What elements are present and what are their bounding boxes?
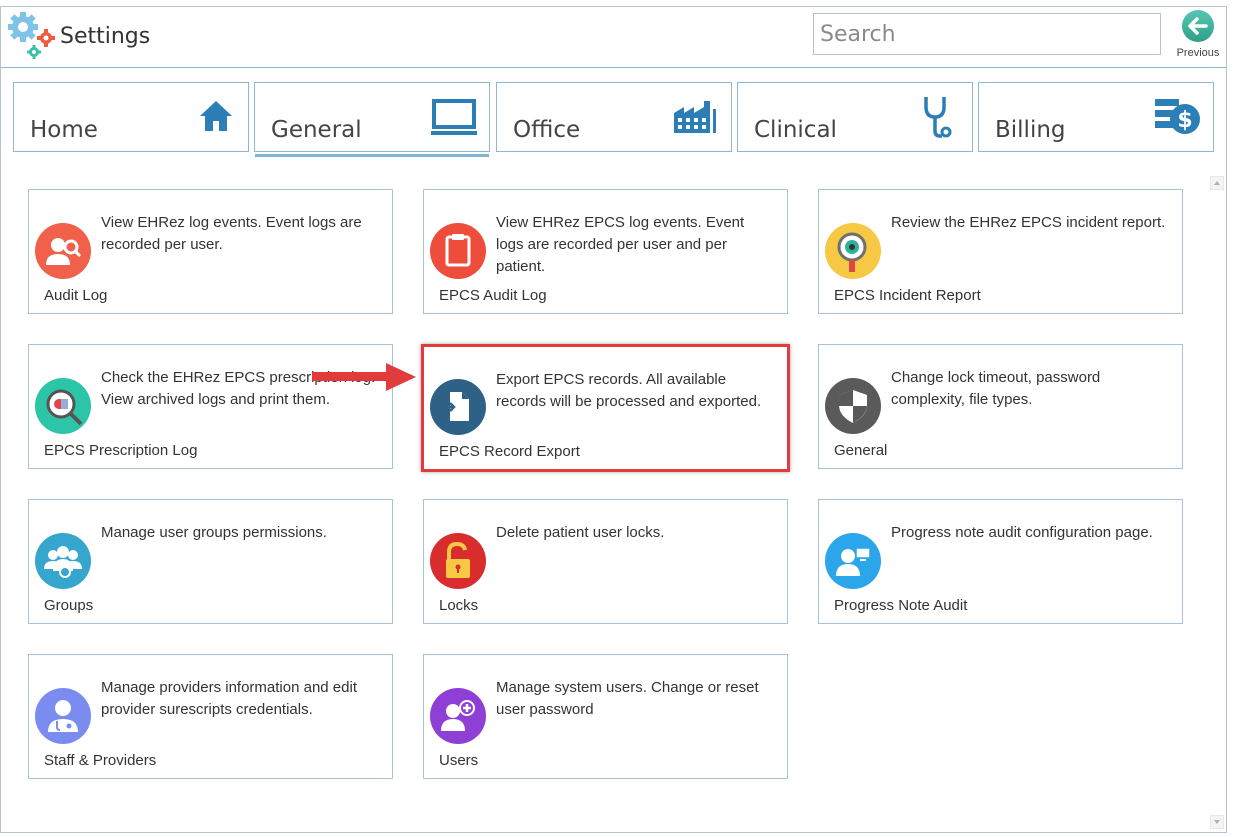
card-description: View EHRez EPCS log events. Event logs a… [496, 214, 745, 275]
card-epcs-record-export[interactable]: Export EPCS records. All available recor… [421, 344, 790, 472]
card-title: General [834, 442, 888, 459]
card-description: Progress note audit configuration page. [891, 524, 1153, 541]
card-description: Review the EHRez EPCS incident report. [891, 214, 1166, 231]
back-arrow-icon [1182, 10, 1214, 42]
tab-label: General [271, 117, 362, 143]
card-title: Staff & Providers [44, 752, 157, 769]
card-general[interactable]: Change lock timeout, password complexity… [818, 344, 1183, 469]
tab-label: Office [513, 117, 581, 143]
svg-text:$: $ [1177, 108, 1192, 133]
groups-icon [35, 533, 91, 589]
tab-label: Billing [995, 117, 1066, 143]
lock-icon [430, 533, 486, 589]
home-icon [200, 101, 232, 131]
card-description: Manage user groups permissions. [101, 524, 327, 541]
card-users[interactable]: Manage system users. Change or reset use… [423, 654, 788, 779]
add-user-icon [430, 688, 486, 744]
tab-office[interactable]: Office [496, 82, 732, 152]
audit-log-icon [35, 223, 91, 279]
card-title: Users [439, 752, 479, 769]
card-description: View EHRez log events. Event logs are re… [101, 214, 362, 253]
card-description: Export EPCS records. All available recor… [496, 371, 762, 410]
scroll-up-icon[interactable] [1210, 176, 1224, 190]
pill-magnifier-icon [35, 378, 91, 434]
card-title: Audit Log [44, 287, 108, 304]
doctor-icon [35, 688, 91, 744]
card-groups[interactable]: Manage user groups permissions. Groups [28, 499, 393, 624]
card-description: Manage system users. Change or reset use… [496, 679, 759, 718]
card-title: EPCS Audit Log [439, 287, 547, 304]
card-description: Delete patient user locks. [496, 524, 665, 541]
page-title: Settings [60, 24, 151, 49]
previous-label: Previous [1176, 47, 1220, 59]
search-input[interactable] [813, 13, 1161, 55]
user-monitor-icon [825, 533, 881, 589]
tab-label: Clinical [754, 117, 837, 143]
card-epcs-audit-log[interactable]: View EHRez EPCS log events. Event logs a… [423, 189, 788, 314]
card-locks[interactable]: Delete patient user locks. Locks [423, 499, 788, 624]
card-title: Locks [439, 597, 479, 614]
tab-clinical[interactable]: Clinical [737, 82, 973, 152]
card-title: EPCS Incident Report [834, 287, 981, 304]
card-title: Progress Note Audit [834, 597, 968, 614]
building-icon [674, 101, 716, 133]
settings-gears-icon [8, 12, 55, 59]
document-export-icon [430, 379, 486, 435]
card-title: Groups [44, 597, 94, 614]
monitor-icon [431, 99, 477, 135]
card-progress-note-audit[interactable]: Progress note audit configuration page. … [818, 499, 1183, 624]
card-description: Change lock timeout, password complexity… [891, 369, 1101, 408]
previous-button[interactable]: Previous [1173, 10, 1225, 62]
tab-label: Home [30, 117, 98, 143]
magnifier-eye-icon [825, 223, 881, 279]
card-title: EPCS Record Export [439, 443, 580, 460]
tab-general[interactable]: General [254, 82, 490, 157]
header-divider [1, 67, 1226, 68]
clipboard-icon [430, 223, 486, 279]
card-description: Manage providers information and edit pr… [101, 679, 357, 718]
scroll-down-icon[interactable] [1210, 815, 1224, 829]
tab-billing[interactable]: Billing $ [978, 82, 1214, 152]
annotation-arrow-icon [312, 363, 416, 391]
card-epcs-incident-report[interactable]: Review the EHRez EPCS incident report. E… [818, 189, 1183, 314]
card-audit-log[interactable]: View EHRez log events. Event logs are re… [28, 189, 393, 314]
shield-icon [825, 378, 881, 434]
card-staff-providers[interactable]: Manage providers information and edit pr… [28, 654, 393, 779]
stethoscope-icon [924, 97, 952, 138]
card-title: EPCS Prescription Log [44, 442, 198, 459]
billing-icon: $ [1155, 99, 1200, 134]
tab-home[interactable]: Home [13, 82, 249, 152]
